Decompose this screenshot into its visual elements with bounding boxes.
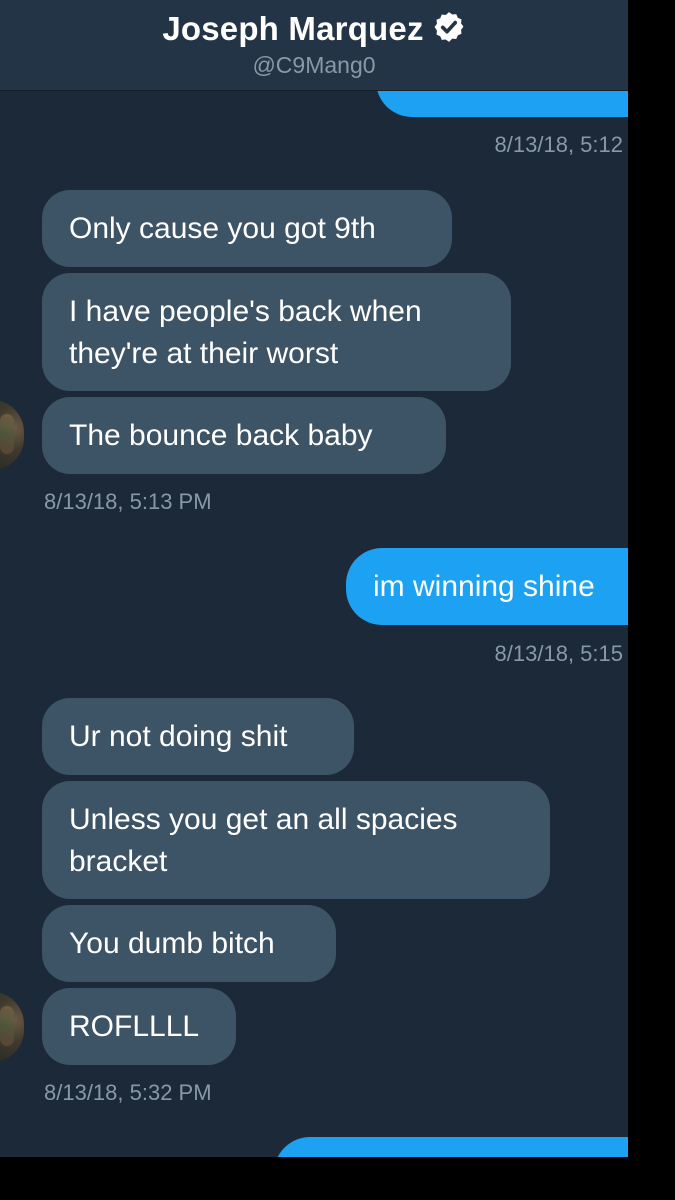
dm-conversation-screen: Joseph Marquez @C9Mang0 8/13/18, 5:12 On… (0, 0, 628, 1157)
contact-avatar[interactable] (0, 992, 24, 1062)
received-message-bubble[interactable]: ROFLLLL (42, 988, 236, 1065)
contact-handle[interactable]: @C9Mang0 (0, 52, 628, 79)
contact-name-row: Joseph Marquez (0, 10, 628, 48)
received-message-bubble[interactable]: Unless you get an all spacies bracket (42, 781, 550, 899)
received-message-bubble[interactable]: You dumb bitch (42, 905, 336, 982)
message-timestamp: 8/13/18, 5:32 PM (44, 1080, 212, 1105)
sent-message-bubble[interactable]: im winning shine (346, 548, 628, 625)
message-timestamp: 8/13/18, 5:15 (494, 641, 623, 666)
contact-avatar[interactable] (0, 400, 24, 470)
contact-name[interactable]: Joseph Marquez (162, 10, 423, 47)
conversation-header: Joseph Marquez @C9Mang0 (0, 0, 628, 91)
received-message-bubble[interactable]: Only cause you got 9th (42, 190, 452, 267)
received-message-bubble[interactable]: The bounce back baby (42, 397, 446, 474)
message-timestamp: 8/13/18, 5:13 PM (44, 489, 212, 514)
message-timestamp: 8/13/18, 5:12 (494, 132, 623, 157)
received-message-bubble[interactable]: Ur not doing shit (42, 698, 354, 775)
received-message-bubble[interactable]: I have people's back when they're at the… (42, 273, 511, 391)
sent-message-bubble-partial[interactable] (274, 1137, 628, 1157)
verified-badge-icon (434, 12, 464, 42)
